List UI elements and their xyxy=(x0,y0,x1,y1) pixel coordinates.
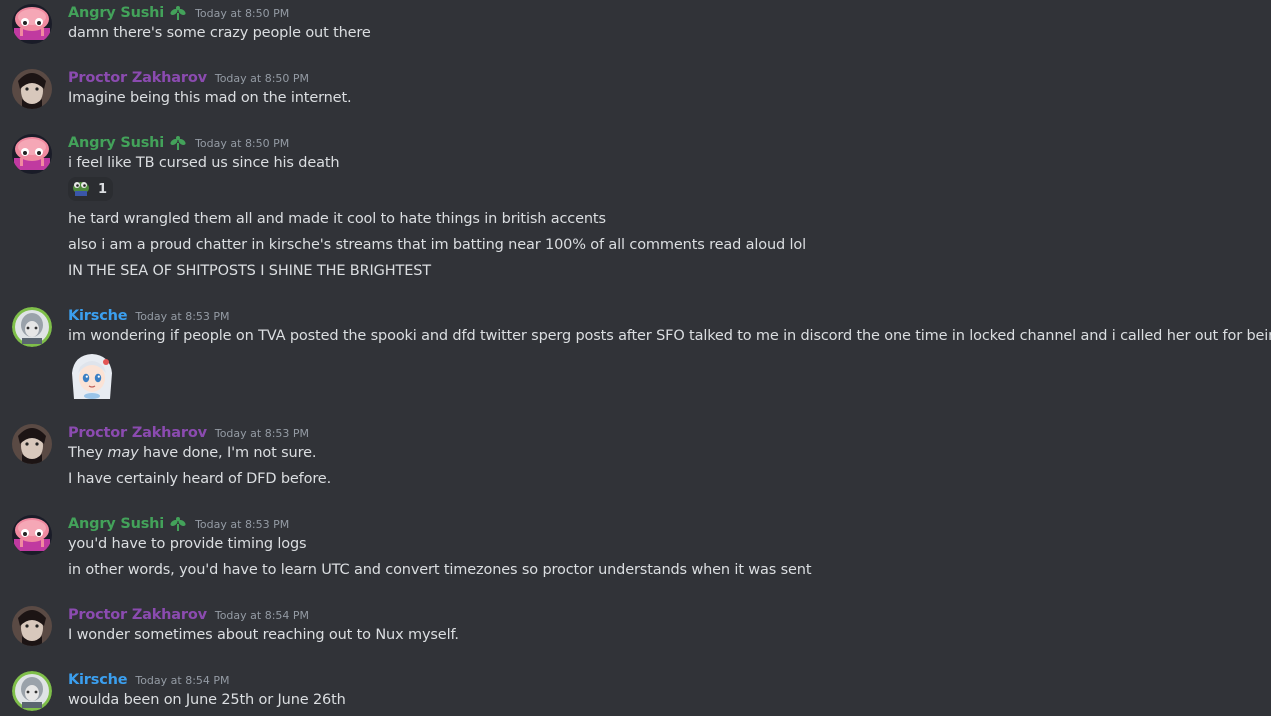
message-timestamp[interactable]: Today at 8:50 PM xyxy=(195,133,289,155)
avatar-kirsche[interactable] xyxy=(12,671,52,711)
chat-message-list[interactable]: Angry Sushi Today at 8:50 PM damn there'… xyxy=(0,0,1271,716)
message-timestamp[interactable]: Today at 8:54 PM xyxy=(135,670,229,692)
author-name[interactable]: Proctor Zakharov xyxy=(68,422,207,444)
reaction-count: 1 xyxy=(98,181,108,197)
author-name[interactable]: Angry Sushi xyxy=(68,2,164,24)
message-text: you'd have to provide timing logs xyxy=(68,536,307,552)
message-text: They may have done, I'm not sure. xyxy=(68,443,316,463)
message-text: I wonder sometimes about reaching out to… xyxy=(68,627,459,643)
message-text: he tard wrangled them all and made it co… xyxy=(68,211,606,227)
message-text: damn there's some crazy people out there xyxy=(68,25,371,41)
message-text: IN THE SEA OF SHITPOSTS I SHINE THE BRIG… xyxy=(68,263,431,279)
message-header: Angry Sushi Today at 8:50 PM xyxy=(68,2,289,24)
leaf-badge-icon xyxy=(169,134,187,152)
message-header: Proctor Zakharov Today at 8:54 PM xyxy=(68,604,309,626)
message-timestamp[interactable]: Today at 8:54 PM xyxy=(215,605,309,627)
message-text: also i am a proud chatter in kirsche's s… xyxy=(68,237,806,253)
message-text: woulda been on June 25th or June 26th xyxy=(68,692,346,708)
leaf-badge-icon xyxy=(169,4,187,22)
anime-girl-sticker[interactable] xyxy=(68,351,116,399)
message-timestamp[interactable]: Today at 8:50 PM xyxy=(195,3,289,25)
avatar-angry-sushi[interactable] xyxy=(12,134,52,174)
reaction-button[interactable]: 1 xyxy=(68,177,113,201)
message-header: Proctor Zakharov Today at 8:53 PM xyxy=(68,422,309,444)
message-timestamp[interactable]: Today at 8:53 PM xyxy=(215,423,309,445)
message-text: im wondering if people on TVA posted the… xyxy=(68,328,1271,344)
message-timestamp[interactable]: Today at 8:53 PM xyxy=(195,514,289,536)
author-name[interactable]: Angry Sushi xyxy=(68,513,164,535)
author-name[interactable]: Kirsche xyxy=(68,305,128,327)
message-header: Angry Sushi Today at 8:50 PM xyxy=(68,132,289,154)
message-header: Kirsche Today at 8:54 PM xyxy=(68,669,230,691)
message-header: Proctor Zakharov Today at 8:50 PM xyxy=(68,67,309,89)
pepe-emoji-icon xyxy=(70,178,92,200)
leaf-badge-icon xyxy=(169,515,187,533)
message-timestamp[interactable]: Today at 8:50 PM xyxy=(215,68,309,90)
message-text: I have certainly heard of DFD before. xyxy=(68,471,332,487)
author-name[interactable]: Proctor Zakharov xyxy=(68,67,207,89)
emphasized-text: may xyxy=(107,445,139,461)
author-name[interactable]: Kirsche xyxy=(68,669,128,691)
message-timestamp[interactable]: Today at 8:53 PM xyxy=(135,306,229,328)
text-segment: have done, I'm not sure. xyxy=(138,445,317,461)
avatar-proctor-zakharov[interactable] xyxy=(12,424,52,464)
author-name[interactable]: Proctor Zakharov xyxy=(68,604,207,626)
message-header: Kirsche Today at 8:53 PM xyxy=(68,305,230,327)
avatar-proctor-zakharov[interactable] xyxy=(12,606,52,646)
message-text: Imagine being this mad on the internet. xyxy=(68,90,352,106)
text-segment: They xyxy=(68,445,108,461)
message-text: i feel like TB cursed us since his death xyxy=(68,155,340,171)
author-name[interactable]: Angry Sushi xyxy=(68,132,164,154)
message-header: Angry Sushi Today at 8:53 PM xyxy=(68,513,289,535)
avatar-proctor-zakharov[interactable] xyxy=(12,69,52,109)
avatar-angry-sushi[interactable] xyxy=(12,515,52,555)
message-text: in other words, you'd have to learn UTC … xyxy=(68,562,812,578)
avatar-kirsche[interactable] xyxy=(12,307,52,347)
avatar-angry-sushi[interactable] xyxy=(12,4,52,44)
